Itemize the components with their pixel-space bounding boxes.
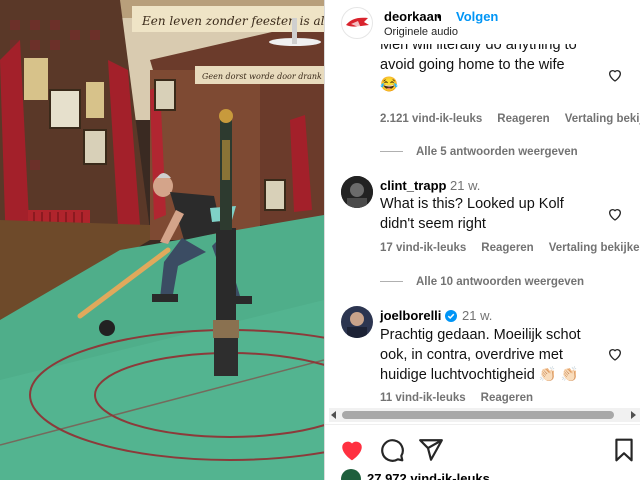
translate-link[interactable]: Vertaling bekijken [549, 242, 640, 254]
reply-link[interactable]: Reageren [481, 242, 533, 254]
view-replies-link[interactable]: Alle 5 antwoorden weergeven [380, 146, 578, 158]
view-replies-link[interactable]: Alle 10 antwoorden weergeven [380, 276, 584, 288]
kolf-scene-image: Een leven zonder feesten is als een Geen… [0, 0, 324, 480]
comment-username[interactable]: clint_trapp [380, 178, 446, 193]
avatar[interactable] [341, 306, 373, 338]
post-header: deorkaan • Volgen Originele audio [325, 0, 640, 44]
translate-link[interactable]: Vertaling bekijken [565, 113, 640, 125]
comment-line: ook, in contra, overdrive met [380, 347, 563, 363]
likes-total[interactable]: 27.972 vind-ik-leuks [367, 471, 490, 480]
bookmark-icon[interactable] [611, 437, 637, 463]
comment-line: huidige luchtvochtigheid [380, 367, 535, 383]
reply-link[interactable]: Reageren [497, 113, 549, 125]
comment-line: Men will literally do anything to [380, 44, 577, 53]
comment-emoji: 😂 [380, 77, 399, 93]
header-separator: • [437, 9, 442, 24]
user-avatar-image [341, 176, 373, 208]
comment-icon[interactable] [379, 437, 405, 463]
audio-label[interactable]: Originele audio [384, 26, 458, 38]
heart-outline-icon[interactable] [607, 206, 623, 222]
post-side-panel: deorkaan • Volgen Originele audio Men wi… [324, 0, 640, 480]
scroll-left-arrow-icon[interactable] [331, 411, 336, 419]
heart-filled-icon[interactable] [339, 437, 365, 463]
comment-time[interactable]: 21 w. [450, 178, 480, 193]
comment-emoji: 👏🏻 👏🏻 [538, 367, 579, 383]
post-actions-bar: 27.972 vind-ik-leuks [325, 424, 640, 480]
liker-avatar[interactable] [341, 469, 361, 480]
comment-meta: 11 vind-ik-leuks Reageren [380, 392, 548, 404]
account-avatar[interactable] [341, 7, 373, 39]
comment-line: Prachtig gedaan. Moeilijk schot [380, 327, 581, 343]
post-media[interactable]: Een leven zonder feesten is als een Geen… [0, 0, 324, 480]
reply-link[interactable]: Reageren [481, 392, 533, 404]
comment-username[interactable]: joelborelli [380, 308, 441, 323]
scrollbar-thumb[interactable] [342, 411, 614, 419]
scroll-right-arrow-icon[interactable] [631, 411, 636, 419]
follow-button[interactable]: Volgen [456, 9, 498, 24]
comment-meta: 2.121 vind-ik-leuks Reageren Vertaling bek… [380, 113, 640, 125]
comment-text: What is this? Looked up Kolf didn't seem… [380, 194, 564, 234]
banner-text-2: Geen dorst worde door drank [202, 72, 322, 81]
orkaan-logo-icon [346, 17, 369, 28]
comment-text: Men will literally do anything to avoid … [380, 44, 577, 95]
like-count[interactable]: 11 vind-ik-leuks [380, 392, 466, 404]
like-count[interactable]: 17 vind-ik-leuks [380, 242, 466, 254]
comment-time[interactable]: 21 w. [462, 308, 492, 323]
like-count[interactable]: 2.121 vind-ik-leuks [380, 113, 482, 125]
comment-line: didn't seem right [380, 216, 486, 232]
instagram-post-view: Een leven zonder feesten is als een Geen… [0, 0, 640, 480]
comment-line: What is this? Looked up Kolf [380, 196, 564, 212]
horizontal-scrollbar[interactable] [329, 408, 640, 422]
user-avatar-image [341, 306, 373, 338]
verified-icon [445, 310, 457, 322]
comment-text: Prachtig gedaan. Moeilijk schot ook, in … [380, 325, 581, 385]
comments-list[interactable]: Men will literally do anything to avoid … [325, 44, 640, 416]
avatar[interactable] [341, 176, 373, 208]
share-icon[interactable] [418, 437, 444, 463]
heart-outline-icon[interactable] [607, 67, 623, 83]
account-name[interactable]: deorkaan [384, 9, 442, 24]
comment-meta: 17 vind-ik-leuks Reageren Vertaling bekijk… [380, 242, 640, 254]
heart-outline-icon[interactable] [607, 346, 623, 362]
comment-line: avoid going home to the wife [380, 57, 565, 73]
